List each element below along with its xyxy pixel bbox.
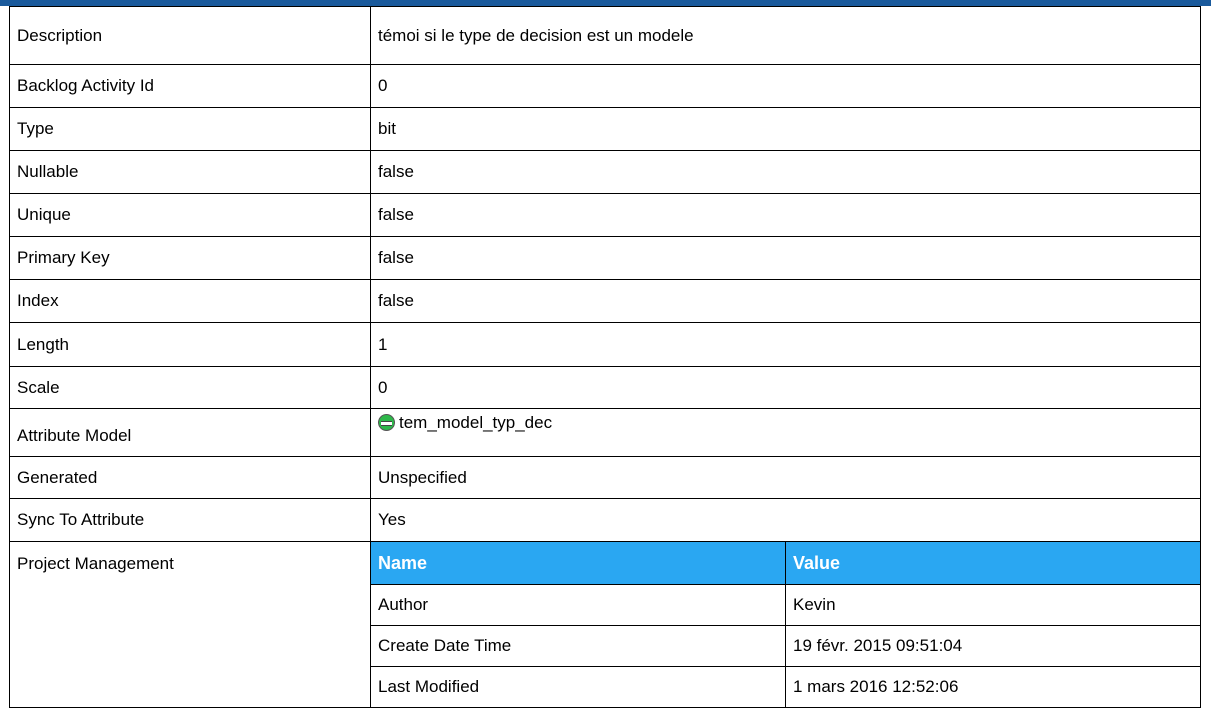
property-value: false — [370, 150, 1201, 194]
property-row-project-management: Project Management Name Value Author Kev… — [9, 541, 1201, 708]
project-management-table: Name Value Author Kevin Create Date Time… — [371, 542, 1200, 707]
property-label: Primary Key — [9, 236, 371, 280]
property-value: 0 — [370, 366, 1201, 409]
property-label: Index — [9, 279, 371, 323]
property-value: Name Value Author Kevin Create Date Time… — [370, 541, 1201, 708]
table-cell-value: 1 mars 2016 12:52:06 — [785, 666, 1200, 707]
property-label: Length — [9, 322, 371, 367]
property-row-unique: Unique false — [9, 193, 1201, 237]
table-cell-name: Author — [371, 584, 786, 626]
property-value: Unspecified — [370, 456, 1201, 499]
property-row-nullable: Nullable false — [9, 150, 1201, 194]
property-row-generated: Generated Unspecified — [9, 456, 1201, 499]
property-label: Type — [9, 107, 371, 151]
property-row-attribute-model: Attribute Model tem_model_typ_dec — [9, 408, 1201, 457]
property-value: 1 — [370, 322, 1201, 367]
table-row: Create Date Time 19 févr. 2015 09:51:04 — [371, 625, 1200, 667]
property-row-backlog-activity-id: Backlog Activity Id 0 — [9, 64, 1201, 108]
table-header-row: Name Value — [371, 542, 1200, 585]
attribute-icon — [378, 414, 395, 431]
table-cell-value: 19 févr. 2015 09:51:04 — [785, 625, 1200, 667]
table-row: Author Kevin — [371, 584, 1200, 626]
property-label: Attribute Model — [9, 408, 371, 457]
properties-table: Description témoi si le type de decision… — [9, 6, 1201, 708]
table-cell-name: Create Date Time — [371, 625, 786, 667]
attribute-model-link[interactable]: tem_model_typ_dec — [399, 413, 552, 432]
property-row-primary-key: Primary Key false — [9, 236, 1201, 280]
property-value: bit — [370, 107, 1201, 151]
property-value: 0 — [370, 64, 1201, 108]
property-label: Generated — [9, 456, 371, 499]
property-label: Scale — [9, 366, 371, 409]
property-row-sync-to-attribute: Sync To Attribute Yes — [9, 498, 1201, 542]
property-row-description: Description témoi si le type de decision… — [9, 6, 1201, 65]
property-value: témoi si le type de decision est un mode… — [370, 6, 1201, 65]
property-label: Project Management — [9, 541, 371, 708]
property-value: false — [370, 236, 1201, 280]
table-cell-name: Last Modified — [371, 666, 786, 707]
property-label: Backlog Activity Id — [9, 64, 371, 108]
property-label: Sync To Attribute — [9, 498, 371, 542]
table-cell-value: Kevin — [785, 584, 1200, 626]
property-value: false — [370, 279, 1201, 323]
property-row-length: Length 1 — [9, 322, 1201, 367]
property-label: Description — [9, 6, 371, 65]
column-header-value: Value — [785, 542, 1200, 585]
property-row-index: Index false — [9, 279, 1201, 323]
property-value: false — [370, 193, 1201, 237]
table-row: Last Modified 1 mars 2016 12:52:06 — [371, 666, 1200, 707]
column-header-name: Name — [371, 542, 786, 585]
property-label: Nullable — [9, 150, 371, 194]
property-value: tem_model_typ_dec — [370, 408, 1201, 457]
property-value: Yes — [370, 498, 1201, 542]
property-row-scale: Scale 0 — [9, 366, 1201, 409]
property-label: Unique — [9, 193, 371, 237]
property-row-type: Type bit — [9, 107, 1201, 151]
